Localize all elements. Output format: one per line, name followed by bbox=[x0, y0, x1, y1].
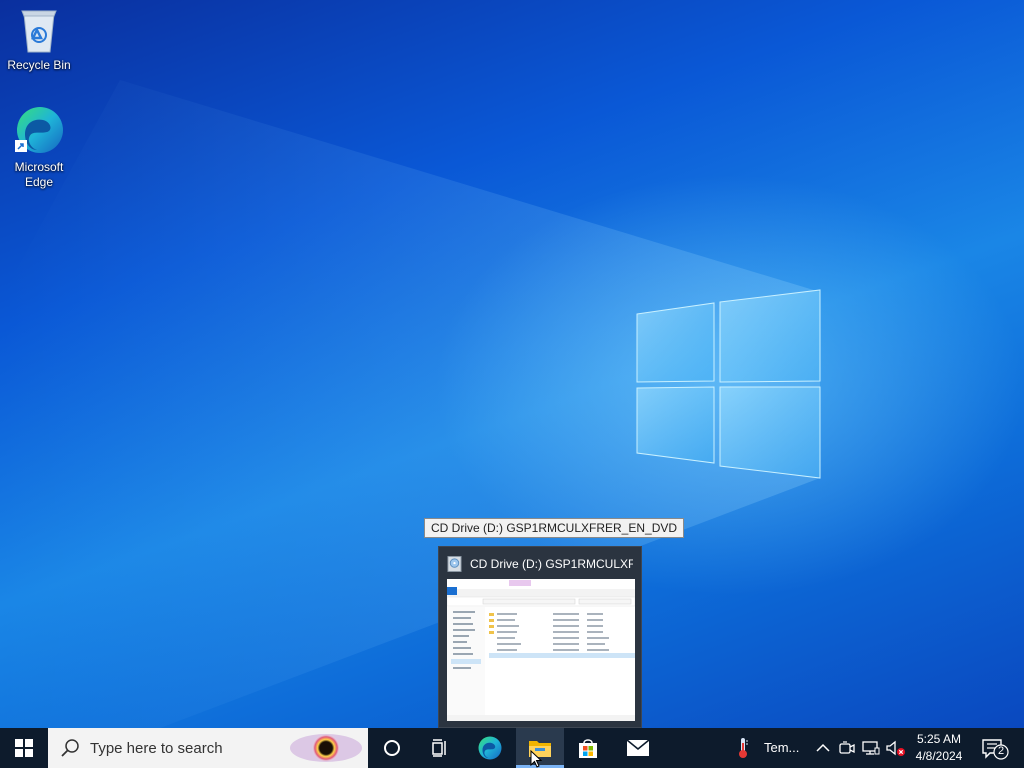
thermometer-icon bbox=[739, 738, 748, 758]
volume-button[interactable] bbox=[886, 738, 906, 758]
task-view-icon bbox=[432, 739, 446, 757]
mail-icon bbox=[626, 739, 650, 756]
explorer-window-miniature bbox=[447, 579, 635, 721]
meet-now-icon bbox=[839, 741, 855, 754]
network-icon bbox=[862, 741, 880, 755]
edge-taskbar-button[interactable] bbox=[466, 728, 514, 768]
desktop-icon-recycle-bin[interactable]: Recycle Bin bbox=[1, 8, 77, 73]
weather-label[interactable]: Tem... bbox=[764, 740, 799, 755]
desktop-icon-label: Recycle Bin bbox=[7, 58, 71, 72]
thumbnail-header: CD Drive (D:) GSP1RMCULXF... bbox=[447, 555, 633, 573]
start-button[interactable] bbox=[0, 728, 48, 768]
edge-icon bbox=[478, 736, 502, 760]
search-icon bbox=[61, 739, 79, 757]
volume-muted-icon bbox=[886, 740, 905, 756]
search-input[interactable]: Type here to search bbox=[48, 728, 368, 768]
clock-time: 5:25 AM bbox=[916, 732, 962, 746]
mouse-cursor-icon bbox=[530, 750, 542, 768]
desktop-icon-microsoft-edge[interactable]: Microsoft Edge bbox=[1, 104, 77, 190]
mail-button[interactable] bbox=[614, 728, 662, 768]
cortana-button[interactable] bbox=[368, 728, 416, 768]
network-button[interactable] bbox=[862, 738, 880, 758]
circle-icon bbox=[384, 740, 400, 756]
chevron-up-icon bbox=[816, 743, 830, 752]
meet-now-button[interactable] bbox=[838, 738, 856, 758]
store-icon bbox=[579, 739, 597, 758]
thumbnail-title: CD Drive (D:) GSP1RMCULXF... bbox=[469, 557, 633, 571]
desktop-icon-label: Microsoft Edge bbox=[14, 160, 64, 189]
notification-count: 2 bbox=[997, 745, 1005, 757]
show-hidden-icons-button[interactable] bbox=[814, 738, 832, 758]
search-highlight-art bbox=[288, 730, 364, 766]
task-view-button[interactable] bbox=[416, 728, 464, 768]
taskbar-tooltip: CD Drive (D:) GSP1RMCULXFRER_EN_DVD bbox=[424, 518, 685, 538]
edge-icon bbox=[15, 107, 63, 153]
action-center-button[interactable]: 2 bbox=[980, 736, 1010, 760]
clock-date: 4/8/2024 bbox=[915, 749, 963, 763]
cd-drive-icon bbox=[447, 556, 462, 572]
taskbar-clock[interactable]: 5:25 AM 4/8/2024 bbox=[908, 731, 970, 765]
search-placeholder: Type here to search bbox=[90, 739, 223, 757]
weather-widget[interactable] bbox=[734, 738, 752, 758]
windows-logo-icon bbox=[15, 739, 33, 757]
store-button[interactable] bbox=[564, 728, 612, 768]
thumbnail-window-image bbox=[447, 579, 635, 721]
explorer-thumbnail-preview[interactable]: CD Drive (D:) GSP1RMCULXF... bbox=[438, 546, 642, 728]
recycle-bin-icon bbox=[21, 10, 57, 53]
